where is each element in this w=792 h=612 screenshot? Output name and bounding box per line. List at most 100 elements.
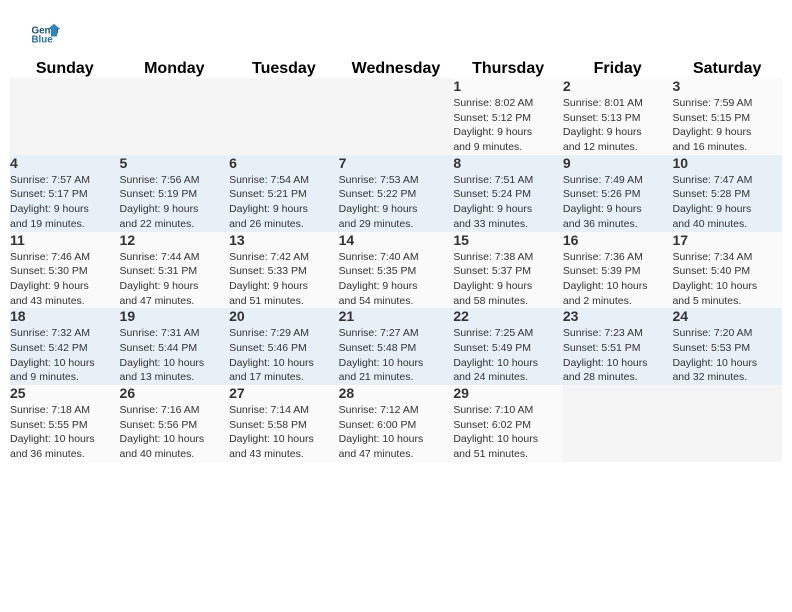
day-number: 15 [453, 232, 563, 248]
weekday-header: Saturday [672, 60, 782, 78]
day-info: Sunrise: 7:54 AM Sunset: 5:21 PM Dayligh… [229, 173, 339, 232]
calendar-cell: 2Sunrise: 8:01 AM Sunset: 5:13 PM Daylig… [563, 78, 673, 155]
calendar-cell: 5 Sunrise: 7:56 AM Sunset: 5:19 PM Daylig… [120, 155, 230, 232]
calendar-cell: 23 Sunrise: 7:23 AM Sunset: 5:51 PM Dayli… [563, 308, 673, 385]
calendar-cell: 16 Sunrise: 7:36 AM Sunset: 5:39 PM Dayli… [563, 232, 673, 309]
calendar-cell: 11 Sunrise: 7:46 AM Sunset: 5:30 PM Dayli… [10, 232, 120, 309]
calendar-cell: 28Sunrise: 7:12 AM Sunset: 6:00 PM Dayli… [339, 385, 454, 462]
day-info: Sunrise: 7:49 AM Sunset: 5:26 PM Dayligh… [563, 173, 673, 232]
day-number: 24 [672, 308, 782, 324]
day-info: Sunrise: 7:31 AM Sunset: 5:44 PM Dayligh… [120, 326, 230, 385]
day-info: Sunrise: 7:40 AM Sunset: 5:35 PM Dayligh… [339, 250, 454, 309]
day-number: 20 [229, 308, 339, 324]
day-number: 21 [339, 308, 454, 324]
weekday-header: Monday [120, 60, 230, 78]
day-number: 26 [120, 385, 230, 401]
calendar-cell [229, 78, 339, 155]
day-info: Sunrise: 7:46 AM Sunset: 5:30 PM Dayligh… [10, 250, 120, 309]
day-number: 5 [120, 155, 230, 171]
weekday-header: Sunday [10, 60, 120, 78]
weekday-header: Tuesday [229, 60, 339, 78]
day-number: 9 [563, 155, 673, 171]
weekday-header: Wednesday [339, 60, 454, 78]
calendar-cell: 17 Sunrise: 7:34 AM Sunset: 5:40 PM Dayli… [672, 232, 782, 309]
day-info: Sunrise: 7:32 AM Sunset: 5:42 PM Dayligh… [10, 326, 120, 385]
calendar-cell: 1 Sunrise: 8:02 AM Sunset: 5:12 PM Daylig… [453, 78, 563, 155]
day-number: 29 [453, 385, 563, 401]
calendar-week-row: 1 Sunrise: 8:02 AM Sunset: 5:12 PM Daylig… [10, 78, 782, 155]
calendar-cell: 24 Sunrise: 7:20 AM Sunset: 5:53 PM Dayli… [672, 308, 782, 385]
day-number: 6 [229, 155, 339, 171]
day-info: Sunrise: 7:34 AM Sunset: 5:40 PM Dayligh… [672, 250, 782, 309]
day-number: 23 [563, 308, 673, 324]
day-number: 25 [10, 385, 120, 401]
calendar-cell [672, 385, 782, 462]
calendar-cell: 8 Sunrise: 7:51 AM Sunset: 5:24 PM Daylig… [453, 155, 563, 232]
day-info: Sunrise: 7:57 AM Sunset: 5:17 PM Dayligh… [10, 173, 120, 232]
calendar-cell: 6 Sunrise: 7:54 AM Sunset: 5:21 PM Daylig… [229, 155, 339, 232]
day-number: 27 [229, 385, 339, 401]
calendar-cell: 15 Sunrise: 7:38 AM Sunset: 5:37 PM Dayli… [453, 232, 563, 309]
calendar-cell: 25 Sunrise: 7:18 AM Sunset: 5:55 PM Dayli… [10, 385, 120, 462]
day-number: 13 [229, 232, 339, 248]
day-number: 22 [453, 308, 563, 324]
day-number: 11 [10, 232, 120, 248]
weekday-header: Thursday [453, 60, 563, 78]
day-number: 18 [10, 308, 120, 324]
day-info: Sunrise: 7:42 AM Sunset: 5:33 PM Dayligh… [229, 250, 339, 309]
day-number: 14 [339, 232, 454, 248]
calendar-cell: 19Sunrise: 7:31 AM Sunset: 5:44 PM Dayli… [120, 308, 230, 385]
calendar-table: SundayMondayTuesdayWednesdayThursdayFrid… [10, 60, 782, 462]
calendar-cell: 3Sunrise: 7:59 AM Sunset: 5:15 PM Daylig… [672, 78, 782, 155]
calendar-cell [10, 78, 120, 155]
calendar-cell: 21Sunrise: 7:27 AM Sunset: 5:48 PM Dayli… [339, 308, 454, 385]
calendar-cell: 14 Sunrise: 7:40 AM Sunset: 5:35 PM Dayli… [339, 232, 454, 309]
calendar-week-row: 18 Sunrise: 7:32 AM Sunset: 5:42 PM Dayli… [10, 308, 782, 385]
day-info: Sunrise: 7:38 AM Sunset: 5:37 PM Dayligh… [453, 250, 563, 309]
calendar-cell: 22 Sunrise: 7:25 AM Sunset: 5:49 PM Dayli… [453, 308, 563, 385]
calendar-cell: 27 Sunrise: 7:14 AM Sunset: 5:58 PM Dayli… [229, 385, 339, 462]
day-info: Sunrise: 7:36 AM Sunset: 5:39 PM Dayligh… [563, 250, 673, 309]
calendar-cell: 29Sunrise: 7:10 AM Sunset: 6:02 PM Dayli… [453, 385, 563, 462]
calendar-cell [563, 385, 673, 462]
day-info: Sunrise: 7:25 AM Sunset: 5:49 PM Dayligh… [453, 326, 563, 385]
calendar-cell: 18 Sunrise: 7:32 AM Sunset: 5:42 PM Dayli… [10, 308, 120, 385]
day-info: Sunrise: 7:29 AM Sunset: 5:46 PM Dayligh… [229, 326, 339, 385]
day-info: Sunrise: 7:18 AM Sunset: 5:55 PM Dayligh… [10, 403, 120, 462]
calendar-week-row: 11 Sunrise: 7:46 AM Sunset: 5:30 PM Dayli… [10, 232, 782, 309]
calendar-cell: 10Sunrise: 7:47 AM Sunset: 5:28 PM Dayli… [672, 155, 782, 232]
day-info: Sunrise: 7:16 AM Sunset: 5:56 PM Dayligh… [120, 403, 230, 462]
page-header: General Blue [0, 0, 792, 60]
svg-text:Blue: Blue [32, 35, 54, 46]
calendar-cell [120, 78, 230, 155]
day-info: Sunrise: 7:14 AM Sunset: 5:58 PM Dayligh… [229, 403, 339, 462]
day-info: Sunrise: 7:23 AM Sunset: 5:51 PM Dayligh… [563, 326, 673, 385]
day-number: 12 [120, 232, 230, 248]
weekday-header: Friday [563, 60, 673, 78]
day-number: 10 [672, 155, 782, 171]
day-number: 16 [563, 232, 673, 248]
day-info: Sunrise: 7:51 AM Sunset: 5:24 PM Dayligh… [453, 173, 563, 232]
day-number: 4 [10, 155, 120, 171]
calendar-cell: 4 Sunrise: 7:57 AM Sunset: 5:17 PM Daylig… [10, 155, 120, 232]
day-number: 17 [672, 232, 782, 248]
calendar-week-row: 4 Sunrise: 7:57 AM Sunset: 5:17 PM Daylig… [10, 155, 782, 232]
day-number: 8 [453, 155, 563, 171]
day-number: 7 [339, 155, 454, 171]
day-info: Sunrise: 8:02 AM Sunset: 5:12 PM Dayligh… [453, 96, 563, 155]
calendar-cell: 20 Sunrise: 7:29 AM Sunset: 5:46 PM Dayli… [229, 308, 339, 385]
day-number: 3 [672, 78, 782, 94]
calendar-cell [339, 78, 454, 155]
day-info: Sunrise: 7:56 AM Sunset: 5:19 PM Dayligh… [120, 173, 230, 232]
day-info: Sunrise: 7:12 AM Sunset: 6:00 PM Dayligh… [339, 403, 454, 462]
day-number: 2 [563, 78, 673, 94]
day-info: Sunrise: 7:20 AM Sunset: 5:53 PM Dayligh… [672, 326, 782, 385]
calendar-week-row: 25 Sunrise: 7:18 AM Sunset: 5:55 PM Dayli… [10, 385, 782, 462]
day-number: 1 [453, 78, 563, 94]
logo-icon: General Blue [30, 20, 60, 50]
day-info: Sunrise: 7:53 AM Sunset: 5:22 PM Dayligh… [339, 173, 454, 232]
calendar-body: 1 Sunrise: 8:02 AM Sunset: 5:12 PM Daylig… [10, 78, 782, 462]
calendar-cell: 7 Sunrise: 7:53 AM Sunset: 5:22 PM Daylig… [339, 155, 454, 232]
day-info: Sunrise: 7:44 AM Sunset: 5:31 PM Dayligh… [120, 250, 230, 309]
logo: General Blue [30, 20, 64, 50]
